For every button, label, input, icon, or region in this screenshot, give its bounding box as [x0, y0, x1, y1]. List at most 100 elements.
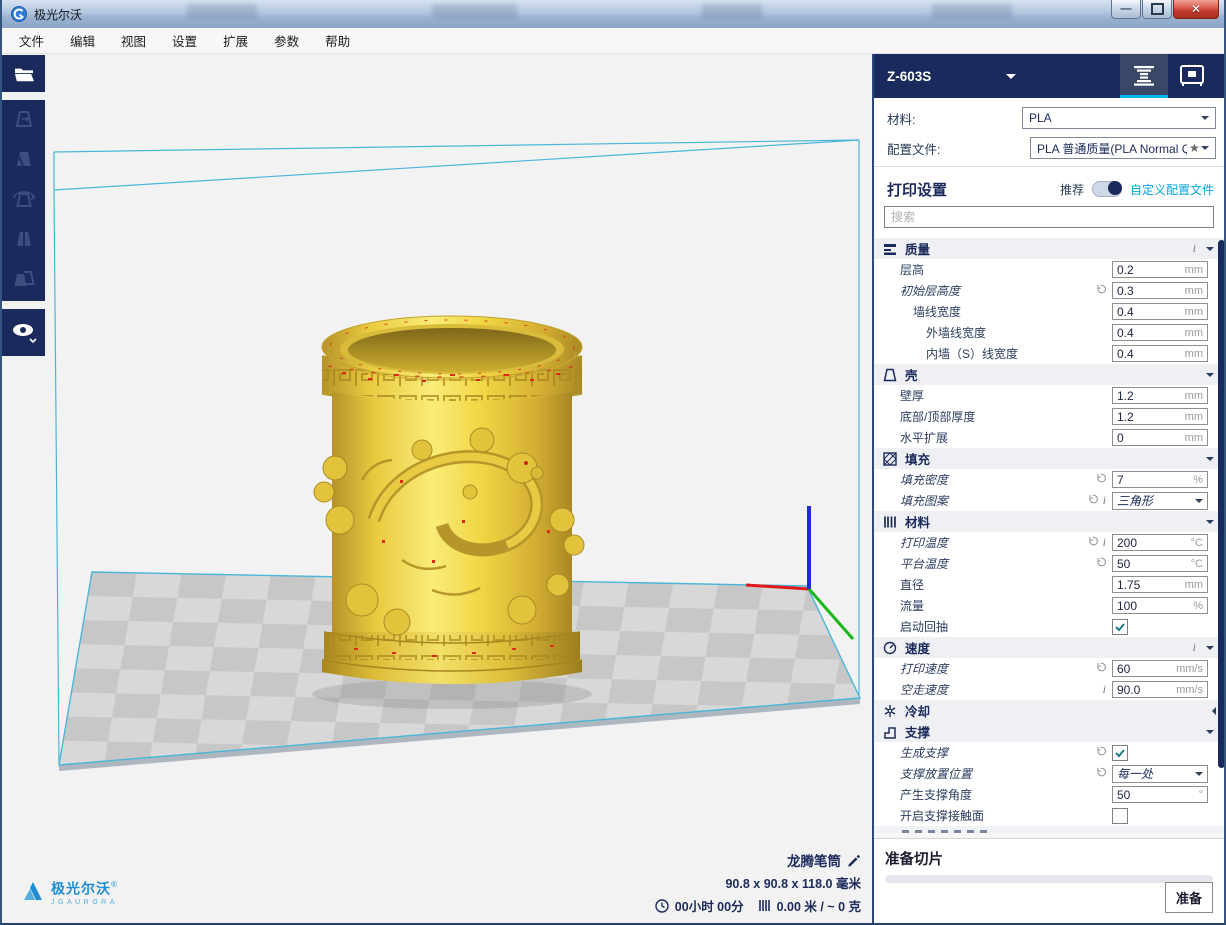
- rename-pencil-icon[interactable]: [847, 853, 861, 867]
- printer-header: Z-603S: [874, 54, 1226, 98]
- setting-row: 产生支撑角度50°: [874, 784, 1226, 805]
- setting-dropdown[interactable]: 每一处: [1112, 765, 1208, 783]
- settings-section-header[interactable]: 填充: [874, 448, 1226, 469]
- setting-value-input[interactable]: 0.4mm: [1112, 324, 1208, 341]
- settings-list: 质量i层高0.2mm初始层高度0.3mm墙线宽度0.4mm外墙线宽度0.4mm内…: [874, 238, 1226, 838]
- setting-value: 90.0: [1117, 683, 1140, 697]
- settings-section-header[interactable]: 材料: [874, 511, 1226, 532]
- minimize-button[interactable]: —: [1111, 0, 1141, 19]
- setting-row: 打印速度60mm/s: [874, 658, 1226, 679]
- info-icon[interactable]: i: [1193, 241, 1196, 256]
- settings-section-header[interactable]: 支撑: [874, 721, 1226, 742]
- info-icon[interactable]: i: [1103, 493, 1106, 508]
- undo-icon[interactable]: [1095, 765, 1106, 783]
- setting-value-input[interactable]: 1.75mm: [1112, 576, 1208, 593]
- setting-value-input[interactable]: 0.2mm: [1112, 261, 1208, 278]
- setting-value: 0.2: [1117, 263, 1134, 277]
- setting-value-input[interactable]: 0.3 mm: [1112, 282, 1208, 299]
- model-tools-toolbar: [2, 100, 45, 301]
- undo-icon[interactable]: [1087, 492, 1098, 510]
- setting-value-input[interactable]: 200°C: [1112, 534, 1208, 551]
- menu-item[interactable]: 参数: [261, 27, 312, 54]
- info-icon[interactable]: i: [1103, 535, 1106, 550]
- open-file-button[interactable]: [2, 55, 45, 92]
- menu-item[interactable]: 扩展: [210, 27, 261, 54]
- setting-value-input[interactable]: 0.4mm: [1112, 345, 1208, 362]
- settings-search-input[interactable]: [884, 206, 1214, 228]
- setting-value-input[interactable]: 100%: [1112, 597, 1208, 614]
- chevron-down-icon: [1206, 730, 1214, 738]
- setting-label: 生成支撑: [874, 744, 948, 761]
- custom-profile-link[interactable]: 自定义配置文件: [1130, 181, 1214, 198]
- setting-dropdown[interactable]: 三角形: [1112, 492, 1208, 510]
- section-label: 速度: [905, 638, 930, 657]
- rotate-tool-button[interactable]: [2, 180, 45, 220]
- eye-icon: [10, 320, 38, 346]
- setting-value: 0.3: [1117, 284, 1134, 298]
- profile-mode-toggle[interactable]: [1092, 181, 1122, 197]
- setting-value-input[interactable]: 1.2mm: [1112, 408, 1208, 425]
- setting-checkbox[interactable]: [1112, 619, 1128, 635]
- material-icon: [883, 514, 898, 529]
- setting-value-input[interactable]: 90.0mm/s: [1112, 681, 1208, 698]
- setting-unit: mm: [1185, 285, 1203, 297]
- setting-value-input[interactable]: 7%: [1112, 471, 1208, 488]
- setting-value-input[interactable]: 60mm/s: [1112, 660, 1208, 677]
- mirror-tool-icon: [12, 228, 36, 252]
- undo-icon[interactable]: [1087, 534, 1098, 552]
- chevron-down-icon: [1206, 646, 1214, 654]
- profile-select[interactable]: PLA 普通质量(PLA Normal Qua ★: [1030, 137, 1216, 159]
- viewport-3d[interactable]: [2, 54, 874, 925]
- settings-section-header[interactable]: 速度 i: [874, 637, 1226, 658]
- recommended-label: 推荐: [1060, 181, 1084, 198]
- setting-value-input[interactable]: 0.4mm: [1112, 303, 1208, 320]
- title-bar[interactable]: 极光尔沃 — ✕: [2, 0, 1224, 29]
- undo-icon[interactable]: [1095, 660, 1106, 678]
- undo-icon[interactable]: [1095, 282, 1106, 300]
- prepare-button[interactable]: 准备: [1165, 882, 1213, 913]
- print-time-clock-icon: [655, 899, 669, 913]
- material-select[interactable]: PLA: [1022, 107, 1216, 129]
- tab-prepare-slice[interactable]: [1120, 54, 1168, 98]
- move-tool-button[interactable]: [2, 100, 45, 140]
- setting-row: 初始层高度0.3mm: [874, 280, 1226, 301]
- printer-chevron-down-icon[interactable]: [1006, 74, 1016, 84]
- setting-value-input[interactable]: 50°C: [1112, 555, 1208, 572]
- menu-item[interactable]: 文件: [6, 27, 57, 54]
- undo-icon[interactable]: [1095, 555, 1106, 573]
- undo-icon[interactable]: [1095, 744, 1106, 762]
- settings-scrollbar[interactable]: [1218, 240, 1225, 768]
- settings-section-header[interactable]: 壳: [874, 364, 1226, 385]
- model-dragon-pen-holder[interactable]: [312, 316, 592, 709]
- setting-unit: mm: [1185, 579, 1203, 591]
- clipped-section-header: [874, 826, 1226, 833]
- mirror-tool-button[interactable]: [2, 220, 45, 260]
- tab-printer-monitor[interactable]: [1168, 54, 1216, 98]
- menu-item[interactable]: 设置: [159, 27, 210, 54]
- setting-row: 层高 0.2mm: [874, 259, 1226, 280]
- menu-item[interactable]: 帮助: [312, 27, 363, 54]
- setting-checkbox[interactable]: [1112, 745, 1128, 761]
- info-icon[interactable]: i: [1103, 682, 1106, 697]
- setting-value-input[interactable]: 0mm: [1112, 429, 1208, 446]
- scale-tool-button[interactable]: [2, 140, 45, 180]
- maximize-button[interactable]: [1142, 0, 1172, 19]
- setting-unit: mm: [1185, 432, 1203, 444]
- speed-icon: [883, 640, 898, 655]
- menu-item[interactable]: 视图: [108, 27, 159, 54]
- setting-label: 层高: [874, 261, 924, 278]
- divider: [874, 166, 1226, 167]
- setting-value-input[interactable]: 50°: [1112, 786, 1208, 803]
- undo-icon[interactable]: [1095, 471, 1106, 489]
- info-icon[interactable]: i: [1193, 640, 1196, 655]
- menu-item[interactable]: 编辑: [57, 27, 108, 54]
- settings-section-header[interactable]: 冷却: [874, 700, 1226, 721]
- quality-icon: [883, 241, 898, 256]
- setting-checkbox[interactable]: [1112, 808, 1128, 824]
- settings-section-header[interactable]: 质量i: [874, 238, 1226, 259]
- per-model-settings-button[interactable]: [2, 260, 45, 300]
- setting-value-input[interactable]: 1.2mm: [1112, 387, 1208, 404]
- setting-row: 启动回抽: [874, 616, 1226, 637]
- close-button[interactable]: ✕: [1173, 0, 1219, 19]
- view-mode-button[interactable]: [2, 309, 45, 356]
